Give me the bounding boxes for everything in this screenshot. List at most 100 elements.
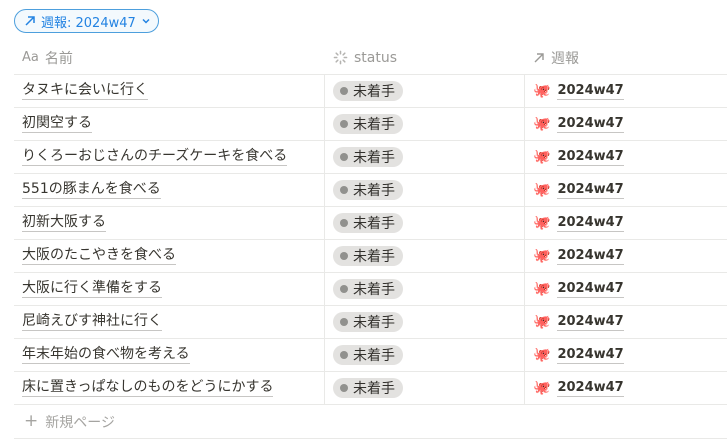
- week-cell[interactable]: 🐙 2024w47: [525, 207, 727, 239]
- page-title-link[interactable]: 年末年始の食べ物を考える: [22, 346, 190, 364]
- status-label: 未着手: [353, 348, 395, 364]
- table-row[interactable]: 尼崎えびす神社に行く 未着手 🐙 2024w47: [14, 306, 727, 339]
- octopus-icon: 🐙: [533, 182, 551, 198]
- text-property-icon: Aa: [22, 50, 39, 65]
- name-cell[interactable]: 大阪に行く準備をする: [14, 273, 325, 305]
- table-header: Aa 名前 status 週報: [14, 41, 727, 75]
- status-cell[interactable]: 未着手: [325, 141, 525, 173]
- week-cell[interactable]: 🐙 2024w47: [525, 372, 727, 404]
- table-row[interactable]: 大阪のたこやきを食べる 未着手 🐙 2024w47: [14, 240, 727, 273]
- column-header-label: 週報: [551, 50, 579, 67]
- column-header-label: 名前: [44, 50, 73, 67]
- week-relation-link[interactable]: 2024w47: [557, 347, 624, 364]
- filter-chip-week[interactable]: 週報: 2024w47: [14, 9, 159, 33]
- table-row[interactable]: りくろーおじさんのチーズケーキを食べる 未着手 🐙 2024w47: [14, 141, 727, 174]
- octopus-icon: 🐙: [533, 116, 551, 132]
- status-label: 未着手: [353, 381, 395, 397]
- status-cell[interactable]: 未着手: [325, 75, 525, 107]
- status-cell[interactable]: 未着手: [325, 339, 525, 371]
- status-dot-icon: [340, 384, 348, 392]
- name-cell[interactable]: 551の豚まんを食べる: [14, 174, 325, 206]
- page-title-link[interactable]: 551の豚まんを食べる: [22, 181, 161, 199]
- week-relation-link[interactable]: 2024w47: [557, 248, 624, 265]
- column-header-week[interactable]: 週報: [525, 41, 727, 74]
- table-row[interactable]: 床に置きっぱなしのものをどうにかする 未着手 🐙 2024w47: [14, 372, 727, 405]
- table-row[interactable]: 初新大阪する 未着手 🐙 2024w47: [14, 207, 727, 240]
- status-badge[interactable]: 未着手: [333, 180, 403, 200]
- name-cell[interactable]: 初新大阪する: [14, 207, 325, 239]
- status-badge[interactable]: 未着手: [333, 345, 403, 365]
- table-row[interactable]: 年末年始の食べ物を考える 未着手 🐙 2024w47: [14, 339, 727, 372]
- week-relation-link[interactable]: 2024w47: [557, 380, 624, 397]
- page-title-link[interactable]: 初関空する: [22, 115, 92, 133]
- status-dot-icon: [340, 252, 348, 260]
- week-cell[interactable]: 🐙 2024w47: [525, 141, 727, 173]
- week-relation-link[interactable]: 2024w47: [557, 83, 624, 100]
- page-title-link[interactable]: タヌキに会いに行く: [22, 82, 148, 100]
- arrow-up-right-icon: [25, 16, 35, 26]
- status-badge[interactable]: 未着手: [333, 279, 403, 299]
- week-relation-link[interactable]: 2024w47: [557, 281, 624, 298]
- table-row[interactable]: タヌキに会いに行く 未着手 🐙 2024w47: [14, 75, 727, 108]
- week-cell[interactable]: 🐙 2024w47: [525, 75, 727, 107]
- week-cell[interactable]: 🐙 2024w47: [525, 273, 727, 305]
- name-cell[interactable]: タヌキに会いに行く: [14, 75, 325, 107]
- page-title-link[interactable]: りくろーおじさんのチーズケーキを食べる: [22, 148, 288, 166]
- status-cell[interactable]: 未着手: [325, 207, 525, 239]
- page-title-link[interactable]: 床に置きっぱなしのものをどうにかする: [22, 379, 274, 397]
- status-badge[interactable]: 未着手: [333, 81, 403, 101]
- week-relation-link[interactable]: 2024w47: [557, 314, 624, 331]
- name-cell[interactable]: 大阪のたこやきを食べる: [14, 240, 325, 272]
- page-title-link[interactable]: 大阪に行く準備をする: [22, 280, 162, 298]
- new-page-button[interactable]: + 新規ページ: [14, 405, 727, 439]
- status-badge[interactable]: 未着手: [333, 378, 403, 398]
- table-row[interactable]: 大阪に行く準備をする 未着手 🐙 2024w47: [14, 273, 727, 306]
- page-title-link[interactable]: 尼崎えびす神社に行く: [22, 313, 162, 331]
- name-cell[interactable]: 初関空する: [14, 108, 325, 140]
- week-cell[interactable]: 🐙 2024w47: [525, 174, 727, 206]
- status-cell[interactable]: 未着手: [325, 273, 525, 305]
- status-cell[interactable]: 未着手: [325, 372, 525, 404]
- name-cell[interactable]: 尼崎えびす神社に行く: [14, 306, 325, 338]
- status-cell[interactable]: 未着手: [325, 240, 525, 272]
- week-relation-link[interactable]: 2024w47: [557, 116, 624, 133]
- status-dot-icon: [340, 186, 348, 194]
- octopus-icon: 🐙: [533, 347, 551, 363]
- column-header-status[interactable]: status: [325, 41, 525, 74]
- name-cell[interactable]: 床に置きっぱなしのものをどうにかする: [14, 372, 325, 404]
- table-row[interactable]: 551の豚まんを食べる 未着手 🐙 2024w47: [14, 174, 727, 207]
- status-cell[interactable]: 未着手: [325, 174, 525, 206]
- status-label: 未着手: [353, 183, 395, 199]
- week-cell[interactable]: 🐙 2024w47: [525, 108, 727, 140]
- status-cell[interactable]: 未着手: [325, 108, 525, 140]
- plus-icon: +: [24, 411, 39, 431]
- week-cell[interactable]: 🐙 2024w47: [525, 240, 727, 272]
- week-relation-link[interactable]: 2024w47: [557, 182, 624, 199]
- status-dot-icon: [340, 285, 348, 293]
- filter-chip-label: 週報: 2024w47: [41, 15, 136, 31]
- week-relation-link[interactable]: 2024w47: [557, 149, 624, 166]
- table-body: タヌキに会いに行く 未着手 🐙 2024w47 初関空する 未着手 🐙 2024w47 りくろー…: [14, 75, 727, 405]
- status-cell[interactable]: 未着手: [325, 306, 525, 338]
- week-cell[interactable]: 🐙 2024w47: [525, 306, 727, 338]
- octopus-icon: 🐙: [533, 215, 551, 231]
- octopus-icon: 🐙: [533, 149, 551, 165]
- status-badge[interactable]: 未着手: [333, 147, 403, 167]
- page-title-link[interactable]: 大阪のたこやきを食べる: [22, 247, 176, 265]
- status-badge[interactable]: 未着手: [333, 213, 403, 233]
- status-label: 未着手: [353, 150, 395, 166]
- status-dot-icon: [340, 318, 348, 326]
- page-title-link[interactable]: 初新大阪する: [22, 214, 106, 232]
- status-badge[interactable]: 未着手: [333, 312, 403, 332]
- week-relation-link[interactable]: 2024w47: [557, 215, 624, 232]
- status-badge[interactable]: 未着手: [333, 114, 403, 134]
- table-row[interactable]: 初関空する 未着手 🐙 2024w47: [14, 108, 727, 141]
- status-dot-icon: [340, 153, 348, 161]
- column-header-name[interactable]: Aa 名前: [14, 41, 325, 74]
- status-label: 未着手: [353, 315, 395, 331]
- name-cell[interactable]: 年末年始の食べ物を考える: [14, 339, 325, 371]
- week-cell[interactable]: 🐙 2024w47: [525, 339, 727, 371]
- arrow-up-right-icon: [534, 52, 544, 62]
- name-cell[interactable]: りくろーおじさんのチーズケーキを食べる: [14, 141, 325, 173]
- status-badge[interactable]: 未着手: [333, 246, 403, 266]
